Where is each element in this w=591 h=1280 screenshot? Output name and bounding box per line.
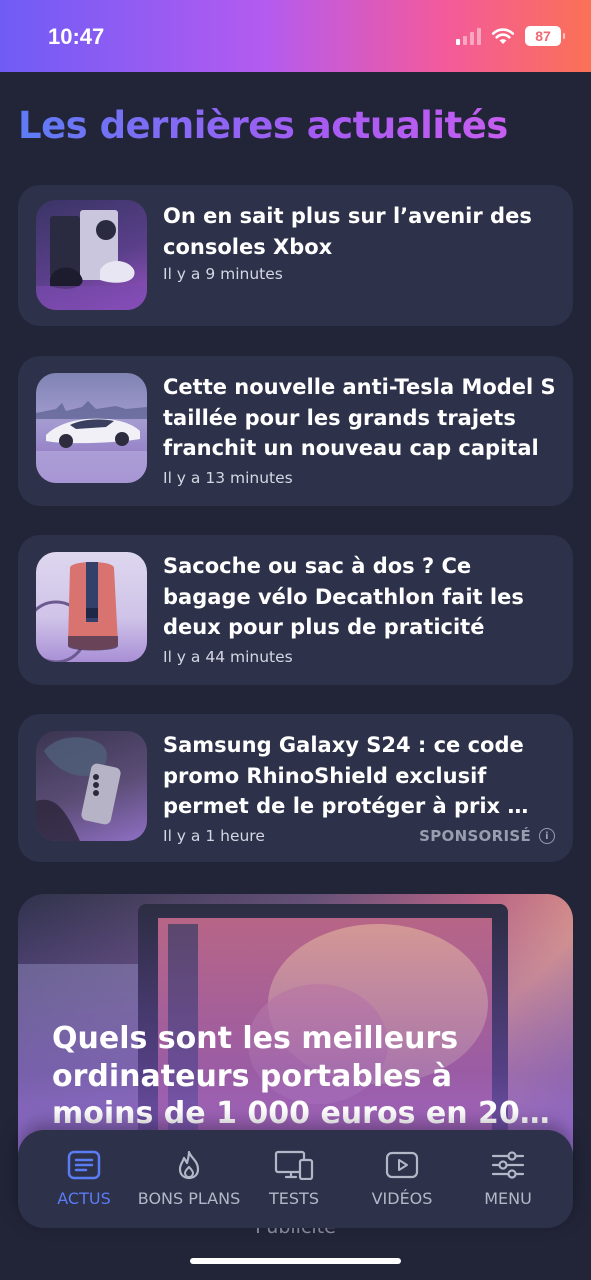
- feature-title[interactable]: Quels sont les meilleurs ordinateurs por…: [52, 1020, 552, 1133]
- tab-actus[interactable]: ACTUS: [44, 1130, 124, 1228]
- page-title: Les dernières actualités: [18, 104, 508, 147]
- article-title[interactable]: Samsung Galaxy S24 : ce code promo Rhino…: [163, 730, 559, 822]
- bottom-tab-bar: ACTUS BONS PLANS TESTS VIDÉOS MENU: [18, 1130, 573, 1228]
- article-title[interactable]: Sacoche ou sac à dos ? Ce bagage vélo De…: [163, 551, 559, 643]
- signal-icon: [456, 27, 481, 45]
- tab-tests[interactable]: TESTS: [254, 1130, 334, 1228]
- wifi-icon: [491, 28, 515, 44]
- status-time: 10:47: [48, 24, 105, 49]
- article-title[interactable]: Cette nouvelle anti-Tesla Model S taillé…: [163, 372, 559, 464]
- article-time: Il y a 1 heure: [163, 827, 265, 845]
- car-image: [36, 401, 147, 483]
- news-feed[interactable]: Les dernières actualités On en sait plus…: [0, 72, 591, 1280]
- info-icon[interactable]: i: [539, 828, 555, 844]
- flame-icon: [178, 1150, 200, 1180]
- article-title[interactable]: On en sait plus sur l’avenir des console…: [163, 201, 559, 262]
- article-card[interactable]: Cette nouvelle anti-Tesla Model S taillé…: [18, 356, 573, 506]
- xbox-consoles-image: [36, 210, 147, 310]
- article-thumbnail: [36, 373, 147, 483]
- status-bar: 10:47 87: [0, 0, 591, 72]
- tab-label: MENU: [484, 1189, 532, 1208]
- tab-label: BONS PLANS: [137, 1189, 241, 1208]
- article-card[interactable]: On en sait plus sur l’avenir des console…: [18, 185, 573, 326]
- bike-bag-image: [36, 562, 118, 662]
- tab-label: ACTUS: [57, 1189, 111, 1208]
- home-indicator[interactable]: [190, 1258, 401, 1264]
- sliders-icon: [491, 1151, 525, 1179]
- devices-icon: [274, 1150, 314, 1180]
- tab-label: TESTS: [269, 1189, 319, 1208]
- sponsored-label: SPONSORISÉ: [419, 827, 531, 845]
- article-thumbnail: [36, 731, 147, 841]
- tab-bons-plans[interactable]: BONS PLANS: [130, 1130, 248, 1228]
- article-time: Il y a 9 minutes: [163, 265, 283, 283]
- tab-label: VIDÉOS: [371, 1189, 433, 1208]
- article-thumbnail: [36, 552, 147, 662]
- article-card-sponsored[interactable]: Samsung Galaxy S24 : ce code promo Rhino…: [18, 714, 573, 862]
- article-card[interactable]: Sacoche ou sac à dos ? Ce bagage vélo De…: [18, 535, 573, 685]
- news-icon: [67, 1150, 101, 1180]
- battery-level: 87: [535, 28, 551, 44]
- article-time: Il y a 13 minutes: [163, 469, 293, 487]
- article-thumbnail: [36, 200, 147, 310]
- tab-videos[interactable]: VIDÉOS: [358, 1130, 446, 1228]
- sponsored-badge[interactable]: SPONSORISÉ i: [419, 827, 555, 845]
- battery-icon: 87: [525, 26, 565, 46]
- tab-menu[interactable]: MENU: [468, 1130, 548, 1228]
- article-time: Il y a 44 minutes: [163, 648, 293, 666]
- status-indicators: 87: [456, 26, 565, 46]
- phone-image: [36, 737, 121, 841]
- video-play-icon: [385, 1151, 419, 1179]
